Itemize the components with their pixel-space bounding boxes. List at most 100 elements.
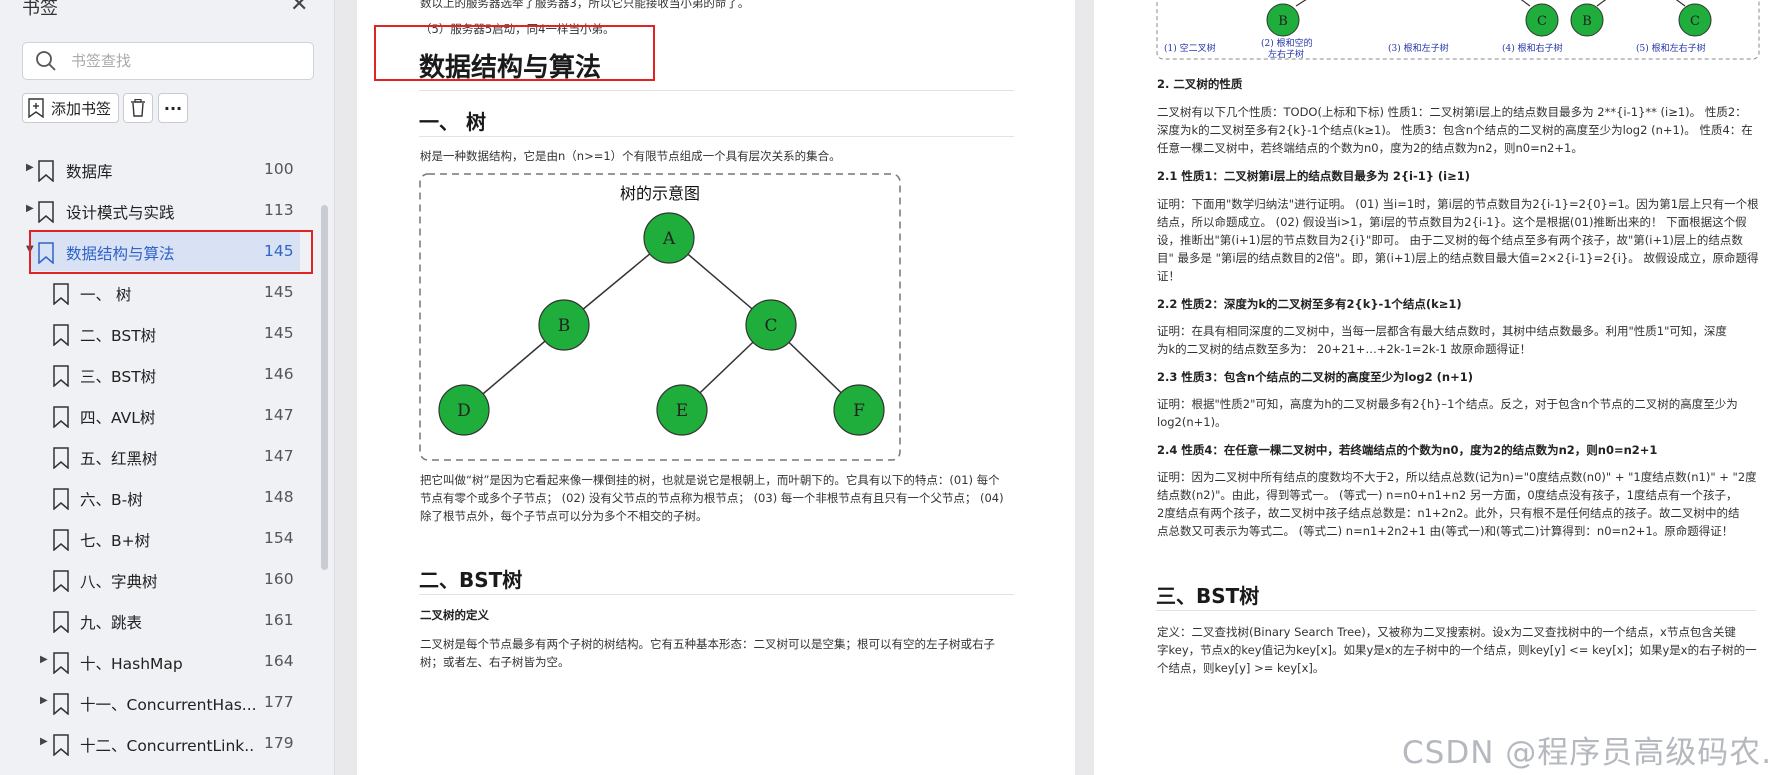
props-line: 二叉树有以下几个性质：TODO(上标和下标) 性质1：二叉树第i层上的结点数目最… (1157, 105, 1747, 119)
sidebar-title: 书签 (22, 0, 58, 19)
fig-label: (4) 根和右子树 (1502, 42, 1563, 54)
divider (419, 136, 1014, 137)
bookmark-icon (53, 529, 69, 551)
svg-text:C: C (1537, 14, 1547, 29)
s24-title: 2.4 性质4：在任意一棵二叉树中，若终端结点的个数为n0，度为2的结点数为n2… (1157, 443, 1658, 457)
s24-line: 2度结点有两个孩子，故二叉树中孩子结点总数是：n1+2n2。此外，只有根不是任何… (1157, 506, 1740, 520)
search-icon (36, 51, 56, 71)
sidebar-item[interactable]: 一、 树 145 (0, 274, 320, 312)
sidebar-scrollbar[interactable] (321, 205, 328, 570)
sidebar-highlight-box (29, 230, 313, 274)
sidebar-item-label: 二、BST树 (80, 327, 157, 345)
svg-text:B: B (1582, 14, 1592, 29)
tree-node-c: C (745, 299, 797, 351)
document-page-right: B C B C (1) 空二叉树 (2) 根和空的 左右子树 (3) 根和左子树… (1094, 0, 1788, 775)
section-heading-bst: 二、BST树 (419, 568, 523, 592)
sidebar-item[interactable]: 四、AVL树 147 (0, 397, 320, 435)
sidebar-item-page: 145 (264, 324, 294, 342)
sidebar-item-page: 177 (264, 693, 294, 711)
sidebar-item[interactable]: 六、B-树 148 (0, 479, 320, 517)
section-heading-tree: 一、 树 (419, 110, 486, 134)
sidebar-item-label: 七、B+树 (80, 532, 151, 550)
sidebar-item-label: 十、HashMap (80, 655, 183, 673)
tree-node-b: B (538, 299, 590, 351)
sidebar-item[interactable]: ▶ 十、HashMap 164 (0, 643, 320, 681)
sidebar-item-label: 设计模式与实践 (66, 204, 175, 222)
s23-line: 证明：根据"性质2"可知，高度为h的二叉树最多有2{h}–1个结点。反之，对于包… (1157, 397, 1738, 411)
trash-icon (131, 99, 145, 117)
tree-node-d: D (438, 384, 490, 436)
bookmark-search[interactable] (22, 42, 314, 80)
bst-def-line: 个结点，则key[y] >= key[x]。 (1157, 661, 1325, 675)
sidebar-item[interactable]: 二、BST树 145 (0, 315, 320, 353)
bookmark-icon (53, 365, 69, 387)
props-line: 任意一棵二叉树中，若终端结点的个数为n0，度为2的结点数为n2，则n0=n2+1… (1157, 141, 1583, 155)
sidebar-item[interactable]: ▶ 十二、ConcurrentLink... 179 (0, 725, 320, 763)
svg-text:A: A (662, 229, 676, 249)
bookmark-icon (38, 201, 54, 223)
svg-text:D: D (457, 401, 471, 421)
bookmark-icon (53, 734, 69, 756)
svg-text:C: C (1690, 14, 1700, 29)
s21-line: 证！ (1157, 269, 1180, 283)
tree-desc-line: 把它叫做“树”是因为它看起来像一棵倒挂的树，也就是说它是根朝上，而叶朝下的。它具… (420, 473, 1000, 487)
binary-tree-forms-figure: B C B C (1) 空二叉树 (2) 根和空的 左右子树 (3) 根和左子树… (1156, 0, 1760, 60)
prev-text-line: 数以上的服务器选举了服务器3，所以它只能接收当小弟的命了。 (420, 0, 750, 10)
title-highlight-box (374, 25, 655, 81)
sidebar-item[interactable]: 九、跳表 161 (0, 602, 320, 640)
tree-node-f: F (833, 384, 885, 436)
add-bookmark-button[interactable]: 添加书签 (22, 93, 119, 123)
bookmark-icon (53, 406, 69, 428)
bst-def-line: 定义：二叉查找树(Binary Search Tree)，又被称为二叉搜索树。设… (1157, 625, 1736, 639)
s21-line: 结点，所以命题成立。 (02) 假设当i>1，第i层的节点数目为2{i-1}。这… (1157, 215, 1747, 229)
sidebar-item-page: 164 (264, 652, 294, 670)
bookmark-icon (53, 447, 69, 469)
s24-line: 结点数(n2)"。由此，得到等式一。 (等式一) n=n0+n1+n2 另一方面… (1157, 488, 1738, 502)
fig-node-c: C (1525, 3, 1559, 37)
bookmark-search-input[interactable] (69, 51, 303, 71)
sidebar-item[interactable]: 五、红黑树 147 (0, 438, 320, 476)
fig-label: 左右子树 (1268, 48, 1304, 60)
bookmark-icon (53, 652, 69, 674)
sidebar-item[interactable]: ▶ 十一、ConcurrentHas... 177 (0, 684, 320, 722)
divider (419, 90, 1014, 91)
delete-bookmark-button[interactable] (123, 93, 153, 123)
bookmark-icon (53, 611, 69, 633)
chevron-right-icon[interactable]: ▶ (40, 695, 48, 706)
props-line: 深度为k的二叉树至多有2{k}-1个结点(k≥1)。 性质3：包含n个结点的二叉… (1157, 123, 1753, 137)
sidebar-item-label: 九、跳表 (80, 614, 143, 632)
more-options-button[interactable]: ··· (158, 93, 188, 123)
svg-text:B: B (558, 316, 571, 336)
sidebar-item[interactable]: ▶ 设计模式与实践 113 (0, 192, 320, 230)
chevron-right-icon[interactable]: ▶ (26, 162, 34, 173)
sidebar-item-label: 三、BST树 (80, 368, 157, 386)
chevron-right-icon[interactable]: ▶ (40, 654, 48, 665)
sidebar-item[interactable]: 七、B+树 154 (0, 520, 320, 558)
props-heading: 2. 二叉树的性质 (1157, 77, 1243, 91)
s24-line: 点总数又可表示为等式二。 (等式二) n=n1+2n2+1 由(等式一)和(等式… (1157, 524, 1734, 538)
divider (1156, 610, 1756, 611)
sidebar-item[interactable]: 三、BST树 146 (0, 356, 320, 394)
sidebar-item-label: 八、字典树 (80, 573, 158, 591)
s21-line: 目" 最多是 "第i层的结点数目的2倍"。即，第(i+1)层上的结点数目最大值=… (1157, 251, 1759, 265)
tree-node-a: A (643, 212, 695, 264)
sidebar-item[interactable]: ▶ 数据库 100 (0, 151, 320, 189)
fig-label: (3) 根和左子树 (1388, 42, 1449, 54)
bst-def-line: 二叉树是每个节点最多有两个子树的树结构。它有五种基本形态：二叉树可以是空集；根可… (420, 637, 995, 651)
close-icon[interactable]: ✕ (290, 0, 308, 17)
tree-node-e: E (656, 384, 708, 436)
sidebar-item-label: 一、 树 (80, 286, 132, 304)
add-bookmark-icon (28, 98, 44, 118)
chevron-right-icon[interactable]: ▶ (26, 203, 34, 214)
chevron-right-icon[interactable]: ▶ (40, 736, 48, 747)
sidebar-item-page: 113 (264, 201, 294, 219)
bst-def-title: 二叉树的定义 (420, 608, 489, 622)
sidebar-item[interactable]: 八、字典树 160 (0, 561, 320, 599)
s21-title: 2.1 性质1：二叉树第i层上的结点数目最多为 2{i-1} (i≥1) (1157, 169, 1471, 183)
tree-intro: 树是一种数据结构，它是由n（n>=1）个有限节点组成一个具有层次关系的集合。 (420, 149, 841, 163)
sidebar-item-page: 154 (264, 529, 294, 547)
diagram-title: 树的示意图 (620, 184, 700, 203)
sidebar-item-label: 十二、ConcurrentLink... (80, 737, 255, 755)
divider (419, 594, 1014, 595)
sidebar-item-label: 四、AVL树 (80, 409, 156, 427)
